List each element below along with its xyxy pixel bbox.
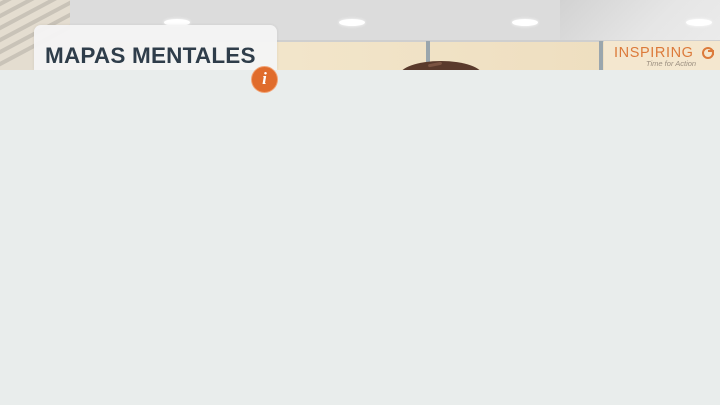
content-area [0, 70, 720, 405]
ceiling-light [512, 19, 538, 26]
page-title: MAPAS MENTALES [45, 43, 256, 68]
brand-tagline: Time for Action [646, 59, 697, 68]
brand-logo-icon [702, 47, 714, 59]
ceiling-light [686, 19, 712, 26]
wall-pillar [599, 41, 603, 70]
info-icon: i [262, 69, 267, 88]
ceiling-light [339, 19, 365, 26]
info-button[interactable]: i [251, 66, 278, 93]
